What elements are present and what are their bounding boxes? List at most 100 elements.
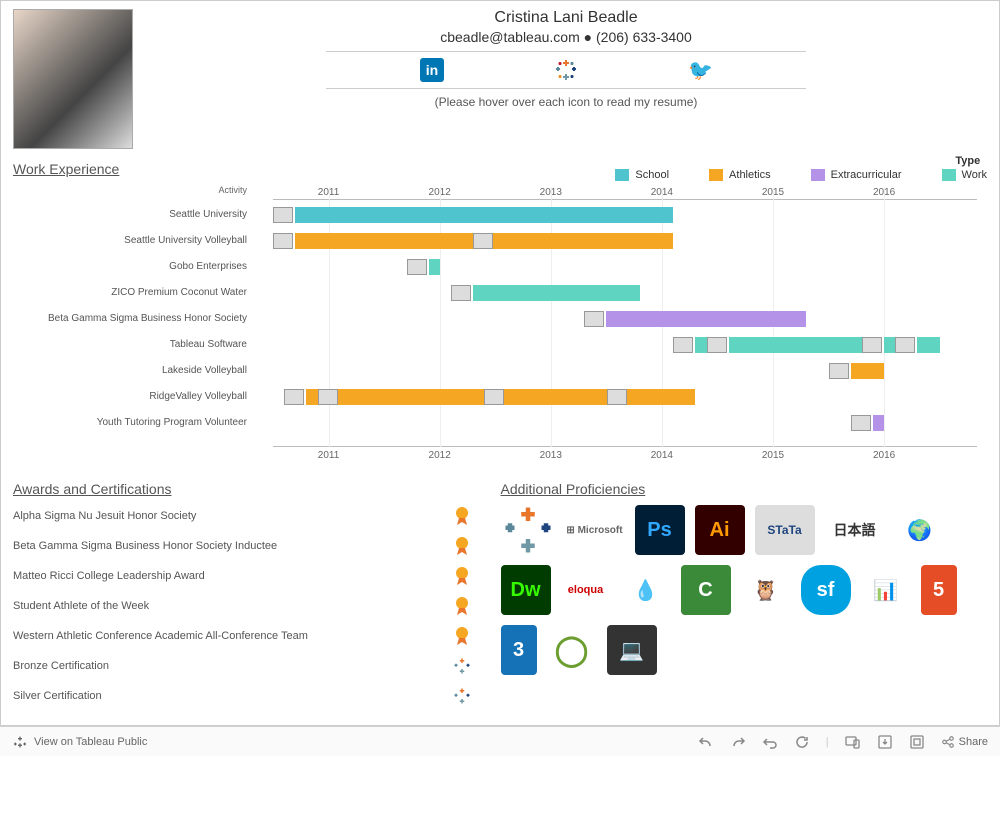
- awards-section: Awards and Certifications Alpha Sigma Nu…: [13, 477, 481, 715]
- header: Cristina Lani Beadle cbeadle@tableau.com…: [13, 9, 987, 155]
- gantt-bar[interactable]: [873, 415, 884, 431]
- bottom-row: Awards and Certifications Alpha Sigma Nu…: [13, 477, 987, 725]
- refresh-icon[interactable]: [794, 734, 810, 750]
- award-row[interactable]: Beta Gamma Sigma Business Honor Society …: [13, 535, 481, 557]
- view-on-public-button[interactable]: View on Tableau Public: [12, 734, 147, 750]
- fullscreen-icon[interactable]: [909, 734, 925, 750]
- proficiency-icon[interactable]: Ps: [635, 505, 685, 555]
- medal-icon: [453, 565, 471, 587]
- phone: (206) 633-3400: [596, 29, 692, 45]
- award-label: Bronze Certification: [13, 660, 453, 672]
- award-label: Western Athletic Conference Academic All…: [13, 630, 453, 642]
- award-row[interactable]: Alpha Sigma Nu Jesuit Honor Society: [13, 505, 481, 527]
- activity-logo-icon[interactable]: [895, 337, 915, 353]
- award-row[interactable]: Silver Certification: [13, 685, 481, 707]
- tableau-toolbar: View on Tableau Public | Share: [0, 726, 1000, 756]
- proficiency-icon[interactable]: [501, 505, 555, 555]
- activity-logo-icon[interactable]: [862, 337, 882, 353]
- proficiency-icon[interactable]: 日本語: [825, 505, 885, 555]
- activity-label: RidgeValley Volleyball: [0, 391, 247, 402]
- proficiency-icon[interactable]: Ai: [695, 505, 745, 555]
- device-icon[interactable]: [845, 734, 861, 750]
- tableau-icon[interactable]: [554, 58, 578, 82]
- activity-logo-icon[interactable]: [284, 389, 304, 405]
- activity-label: Tableau Software: [0, 339, 247, 350]
- activity-label: Seattle University: [0, 209, 247, 220]
- award-row[interactable]: Matteo Ricci College Leadership Award: [13, 565, 481, 587]
- activity-logo-icon[interactable]: [273, 233, 293, 249]
- gantt-bar[interactable]: [629, 389, 696, 405]
- activity-logo-icon[interactable]: [473, 233, 493, 249]
- proficiency-icon[interactable]: 🦉: [741, 565, 791, 615]
- undo-icon[interactable]: [698, 734, 714, 750]
- proficiency-icon[interactable]: STaTa: [755, 505, 815, 555]
- gantt-bar[interactable]: [295, 207, 673, 223]
- proficiency-icon[interactable]: eloqua: [561, 565, 611, 615]
- proficiency-icon[interactable]: 📊: [861, 565, 911, 615]
- activity-label: ZICO Premium Coconut Water: [0, 287, 247, 298]
- linkedin-icon[interactable]: in: [420, 58, 444, 82]
- award-row[interactable]: Western Athletic Conference Academic All…: [13, 625, 481, 647]
- activity-label: Lakeside Volleyball: [0, 365, 247, 376]
- activity-logo-icon[interactable]: [451, 285, 471, 301]
- activity-label: Beta Gamma Sigma Business Honor Society: [0, 313, 247, 324]
- activity-logo-icon[interactable]: [584, 311, 604, 327]
- legend-item-extracurricular[interactable]: Extracurricular: [811, 169, 902, 181]
- legend-row: Work Experience Type School Athletics Ex…: [13, 155, 987, 181]
- proficiency-icon[interactable]: 5: [921, 565, 957, 615]
- proficiency-icon[interactable]: 🌍: [895, 505, 945, 555]
- activity-logo-icon[interactable]: [707, 337, 727, 353]
- legend-item-athletics[interactable]: Athletics: [709, 169, 771, 181]
- award-row[interactable]: Bronze Certification: [13, 655, 481, 677]
- award-label: Alpha Sigma Nu Jesuit Honor Society: [13, 510, 453, 522]
- proficiency-icon[interactable]: ⊞ Microsoft: [565, 505, 625, 555]
- gantt-bar[interactable]: [851, 363, 884, 379]
- gantt-bar[interactable]: [729, 337, 873, 353]
- proficiency-icon[interactable]: 💻: [607, 625, 657, 675]
- tableau-cert-icon: [453, 685, 471, 707]
- proficiency-icon[interactable]: 💧: [621, 565, 671, 615]
- activity-logo-icon[interactable]: [407, 259, 427, 275]
- gantt-bar[interactable]: [473, 285, 640, 301]
- profile-photo: [13, 9, 133, 149]
- awards-heading: Awards and Certifications: [13, 481, 481, 497]
- award-row[interactable]: Student Athlete of the Week: [13, 595, 481, 617]
- gantt-bar[interactable]: [429, 259, 440, 275]
- activity-logo-icon[interactable]: [318, 389, 338, 405]
- gantt-bar[interactable]: [340, 389, 507, 405]
- activity-logo-icon[interactable]: [829, 363, 849, 379]
- gantt-bar[interactable]: [495, 233, 673, 249]
- proficiency-icon[interactable]: C: [681, 565, 731, 615]
- type-legend: Type School Athletics Extracurricular Wo…: [615, 155, 987, 181]
- activity-logo-icon[interactable]: [273, 207, 293, 223]
- hover-hint: (Please hover over each icon to read my …: [145, 95, 987, 109]
- email: cbeadle@tableau.com: [440, 29, 580, 45]
- download-icon[interactable]: [877, 734, 893, 750]
- proficiency-icon[interactable]: 3: [501, 625, 537, 675]
- award-label: Student Athlete of the Week: [13, 600, 453, 612]
- gantt-bar[interactable]: [295, 233, 495, 249]
- title-block: Cristina Lani Beadle cbeadle@tableau.com…: [145, 9, 987, 109]
- gantt-bar[interactable]: [917, 337, 939, 353]
- activity-logo-icon[interactable]: [851, 415, 871, 431]
- legend-item-school[interactable]: School: [615, 169, 669, 181]
- share-button[interactable]: Share: [941, 735, 988, 749]
- revert-icon[interactable]: [762, 734, 778, 750]
- activity-logo-icon[interactable]: [607, 389, 627, 405]
- activity-logo-icon[interactable]: [484, 389, 504, 405]
- activity-label: Seattle University Volleyball: [0, 235, 247, 246]
- twitter-icon[interactable]: 🐦: [688, 58, 712, 82]
- proficiency-icon[interactable]: sf: [801, 565, 851, 615]
- proficiencies-heading: Additional Proficiencies: [501, 481, 987, 497]
- gantt-chart[interactable]: Activity 2011201120122012201320132014201…: [13, 187, 987, 467]
- gantt-bar[interactable]: [606, 311, 806, 327]
- gantt-axis: 2011201120122012201320132014201420152015…: [273, 187, 977, 467]
- legend-item-work[interactable]: Work: [942, 169, 987, 181]
- redo-icon[interactable]: [730, 734, 746, 750]
- proficiency-icon[interactable]: Dw: [501, 565, 551, 615]
- work-experience-heading: Work Experience: [13, 161, 273, 177]
- activity-logo-icon[interactable]: [673, 337, 693, 353]
- view-on-public-label: View on Tableau Public: [34, 736, 147, 748]
- proficiency-icon[interactable]: ◯: [547, 625, 597, 675]
- medal-icon: [453, 505, 471, 527]
